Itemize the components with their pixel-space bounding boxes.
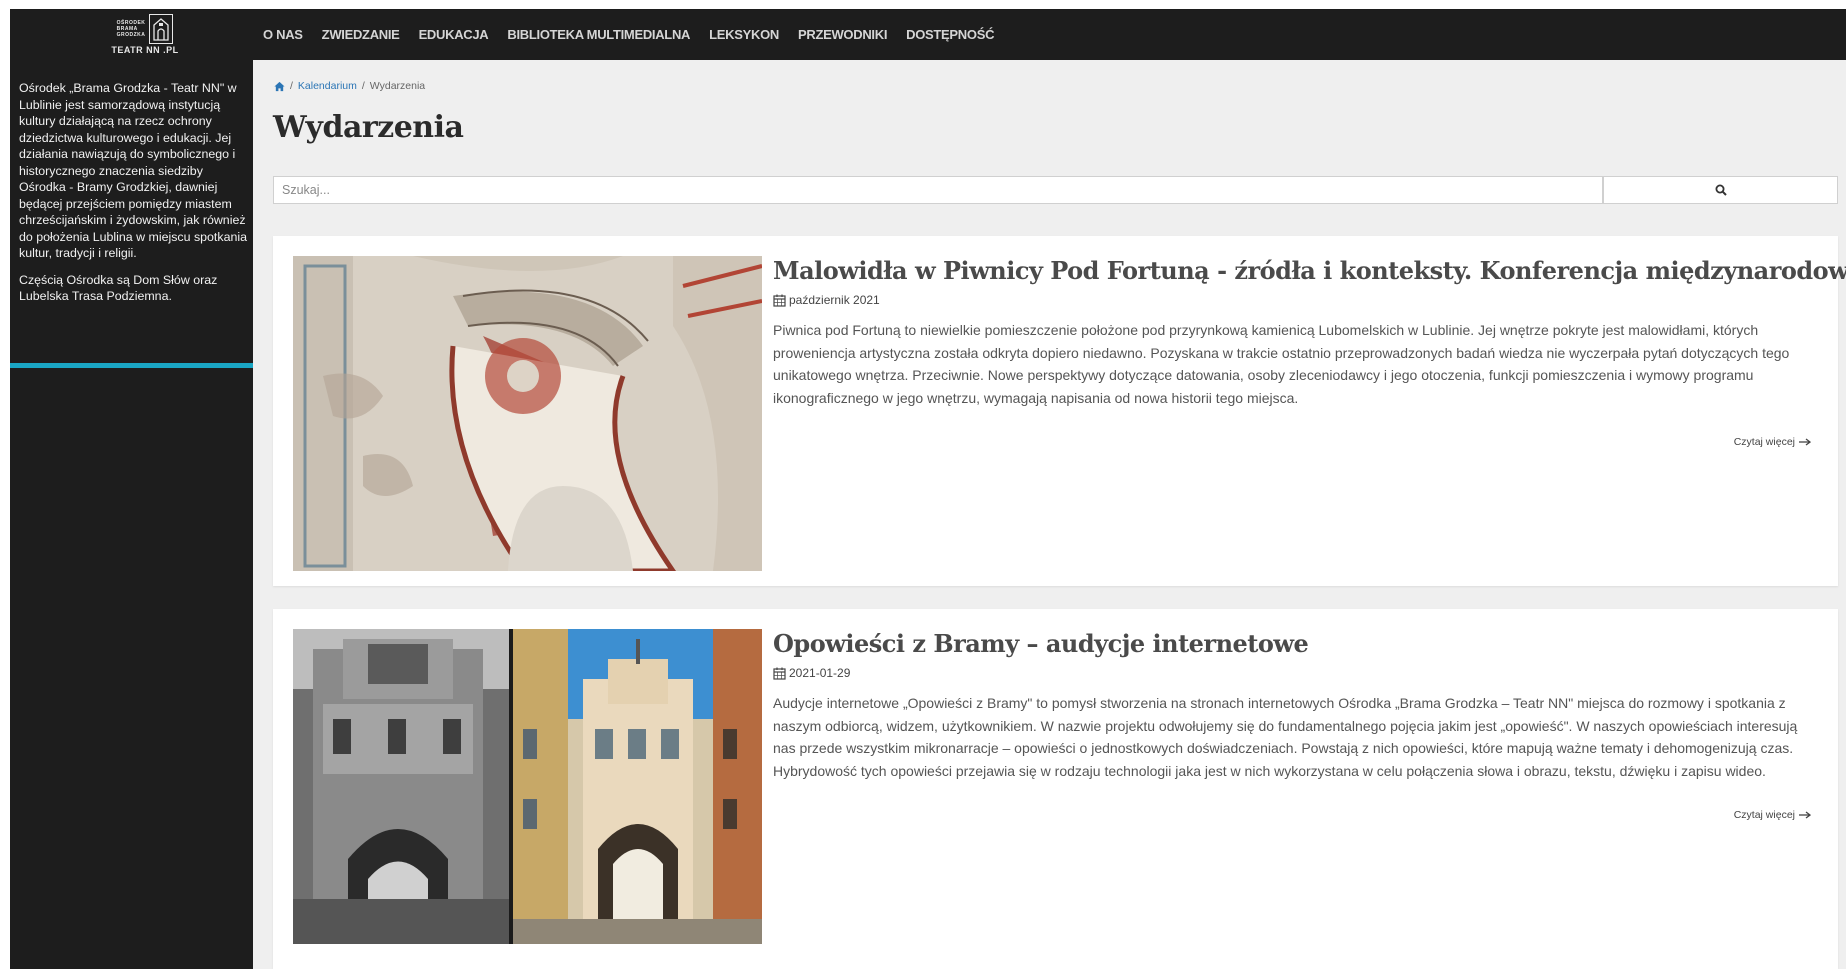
read-more-label: Czytaj więcej [1733, 809, 1795, 821]
search-icon [1715, 184, 1727, 196]
home-icon[interactable] [274, 81, 285, 92]
event-body: Malowidła w Piwnicy Pod Fortuną - źródła… [773, 256, 1846, 409]
logo-line: GRODZKA [116, 32, 146, 38]
breadcrumb-current: Wydarzenia [369, 80, 426, 92]
logo-words: OŚRODEK BRAMA GRODZKA [117, 20, 146, 38]
read-more-link[interactable]: Czytaj więcej [1734, 436, 1811, 448]
event-card: Opowieści z Bramy – audycje internetowe … [273, 609, 1838, 969]
sidebar-paragraph: Ośrodek „Brama Grodzka - Teatr NN" w Lub… [19, 81, 247, 260]
main-nav: O NAS ZWIEDZANIE EDUKACJA BIBLIOTEKA MUL… [263, 9, 994, 60]
nav-item-zwiedzanie[interactable]: ZWIEDZANIE [322, 27, 400, 42]
sidebar: Ośrodek „Brama Grodzka - Teatr NN" w Lub… [10, 60, 253, 969]
site-logo[interactable]: OŚRODEK BRAMA GRODZKA TEATR NN .PL [100, 9, 190, 60]
nav-item-edukacja[interactable]: EDUKACJA [419, 27, 489, 42]
event-image-fresco[interactable] [293, 256, 762, 571]
top-navbar: OŚRODEK BRAMA GRODZKA TEATR NN .PL O NAS… [10, 9, 1846, 60]
calendar-icon [773, 294, 786, 307]
sidebar-accent-divider [10, 363, 253, 368]
event-card: Malowidła w Piwnicy Pod Fortuną - źródła… [273, 236, 1846, 586]
event-description: Piwnica pod Fortuną to niewielkie pomies… [773, 322, 1790, 406]
nav-item-przewodniki[interactable]: PRZEWODNIKI [798, 27, 887, 42]
event-image-gate[interactable] [293, 629, 762, 944]
event-date-text: 2021-01-29 [789, 666, 851, 680]
event-description: Audycje internetowe „Opowieści z Bramy" … [773, 695, 1798, 779]
nav-item-biblioteka[interactable]: BIBLIOTEKA MULTIMEDIALNA [507, 27, 690, 42]
page-title: Wydarzenia [273, 110, 464, 145]
sidebar-paragraph: Częścią Ośrodka są Dom Słów oraz Lubelsk… [19, 272, 218, 304]
search-button[interactable] [1603, 176, 1838, 204]
event-date: 2021-01-29 [773, 666, 1823, 680]
breadcrumb-kalendarium[interactable]: Kalendarium [298, 80, 357, 92]
logo-text: TEATR NN .PL [111, 45, 179, 55]
nav-item-dostepnosc[interactable]: DOSTĘPNOŚĆ [906, 27, 994, 42]
nav-item-o-nas[interactable]: O NAS [263, 27, 303, 42]
event-date-text: październik 2021 [789, 293, 880, 307]
breadcrumb-separator: / [361, 80, 365, 92]
sidebar-description: Ośrodek „Brama Grodzka - Teatr NN" w Lub… [19, 80, 247, 315]
read-more-label: Czytaj więcej [1733, 436, 1795, 448]
gate-emblem-icon [149, 14, 174, 44]
arrow-right-icon [1799, 438, 1811, 446]
search-input[interactable] [273, 176, 1603, 204]
event-title[interactable]: Opowieści z Bramy – audycje internetowe [773, 629, 1823, 658]
nav-item-leksykon[interactable]: LEKSYKON [709, 27, 779, 42]
read-more-link[interactable]: Czytaj więcej [1734, 809, 1811, 821]
event-date: październik 2021 [773, 293, 1823, 307]
calendar-icon [773, 667, 786, 680]
event-title[interactable]: Malowidła w Piwnicy Pod Fortuną - źródła… [773, 256, 1846, 285]
main-content: / Kalendarium / Wydarzenia Wydarzenia Sz… [253, 60, 1846, 969]
logo-mark: OŚRODEK BRAMA GRODZKA TEATR NN .PL [108, 12, 182, 58]
event-body: Opowieści z Bramy – audycje internetowe … [773, 629, 1823, 782]
breadcrumb-separator: / [290, 80, 293, 92]
arrow-right-icon [1799, 811, 1811, 819]
breadcrumb: / Kalendarium / Wydarzenia [274, 80, 425, 92]
